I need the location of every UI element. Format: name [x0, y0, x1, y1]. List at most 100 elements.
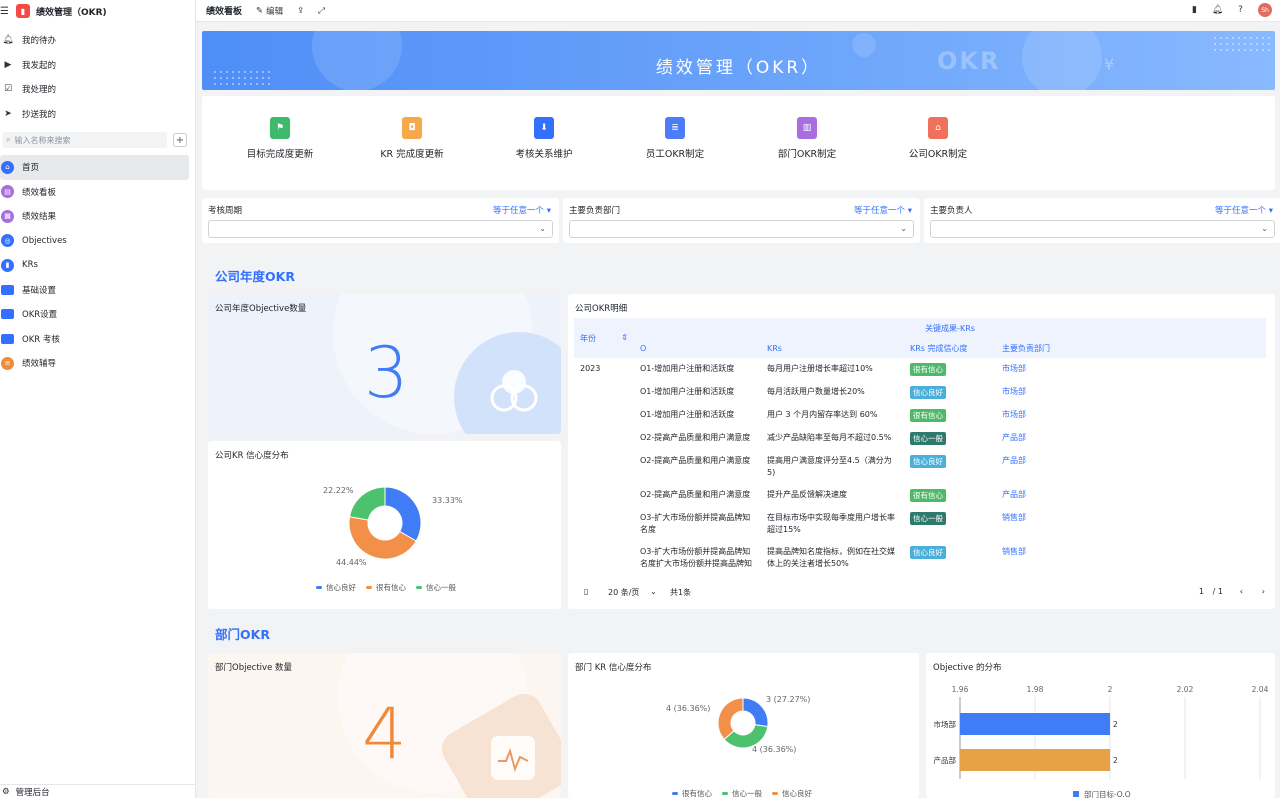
filter-operator[interactable]: 等于任意一个 ▾ — [493, 204, 551, 216]
quick-item[interactable]: ▶ 我发起的 — [0, 53, 195, 78]
table-row[interactable]: O2-提高产品质量和用户满意度 提高用户满意度评分至4.5（满分为5) 信心良好… — [574, 450, 1266, 484]
table-row[interactable]: O2-提高产品质量和用户满意度 减少产品缺陷率至每月不超过0.5% 信心一般 产… — [574, 427, 1266, 450]
dept-link[interactable]: 产品部 — [1002, 490, 1026, 499]
dept-link[interactable]: 市场部 — [1002, 410, 1026, 419]
col-header-krs: KRs — [761, 338, 904, 358]
avatar[interactable]: Sh — [1258, 3, 1272, 17]
filter-select[interactable]: ⌄ — [569, 220, 914, 238]
quick-item[interactable]: ☑ 我处理的 — [0, 77, 195, 102]
legend-label[interactable]: 信心一般 — [426, 582, 456, 592]
prev-page-icon[interactable]: ‹ — [1240, 587, 1243, 596]
axis-tick-label: 2.02 — [1177, 685, 1194, 694]
banner-watermark: OKR — [937, 47, 1001, 75]
dept-kr-pie-chart: 3 (27.27%) 4 (36.36%) 4 (36.36%) 很有信心 信心一般 信心… — [666, 695, 812, 798]
target-icon: ◎ — [1, 234, 14, 248]
dept-kr-card: 部门 KR 信心度分布 3 (27.27%) 4 (36.36%) 4 (36.36… — [568, 653, 919, 798]
dept-link[interactable]: 产品部 — [1002, 433, 1026, 442]
chevron-down-icon[interactable]: ⌄ — [650, 587, 657, 596]
kr-group-header: 关键成果-KRs — [634, 318, 1266, 338]
filter-select[interactable]: ⌄ — [208, 220, 553, 238]
page-size-select[interactable]: 20 条/页 — [608, 587, 639, 598]
quick-item[interactable]: ➤ 抄送我的 — [0, 102, 195, 127]
company-kr-card: 公司KR 信心度分布 33.33% 44.44% 22.22% 信心良好 很有信心 信心一… — [208, 441, 561, 609]
bar[interactable] — [960, 749, 1110, 771]
sort-icon[interactable]: ⇕ — [621, 333, 628, 342]
quick-action[interactable]: ⚑ 目标完成度更新 — [230, 117, 330, 160]
sidebar-item[interactable]: OKR设置 — [0, 302, 189, 327]
filter-operator[interactable]: 等于任意一个 ▾ — [1215, 204, 1273, 216]
filter-operator[interactable]: 等于任意一个 ▾ — [854, 204, 912, 216]
pie-label: 33.33% — [432, 496, 463, 505]
flag-icon: ⚑ — [270, 117, 290, 139]
fullscreen-button[interactable]: ⤢ — [318, 6, 325, 16]
sidebar-item[interactable]: 基础设置 — [0, 278, 189, 303]
next-page-icon[interactable]: › — [1262, 587, 1265, 596]
dept-link[interactable]: 产品部 — [1002, 456, 1026, 465]
share-button[interactable]: ⇪ — [297, 6, 304, 16]
dept-link[interactable]: 市场部 — [1002, 387, 1026, 396]
pie-slice[interactable] — [717, 697, 744, 741]
pagination: ▯ 20 条/页 ⌄ 共1条 1 / 1 ‹ › — [574, 587, 1269, 601]
sidebar-item[interactable]: ▮ KRs — [0, 253, 189, 278]
pie-label: 44.44% — [336, 558, 367, 567]
sidebar-search-input[interactable]: ⌕ 输入名称来搜索 — [2, 132, 167, 148]
legend-label[interactable]: 信心良好 — [782, 788, 812, 798]
pie-label: 3 (27.27%) — [766, 695, 810, 704]
sidebar-item[interactable]: ◎ Objectives — [0, 229, 189, 254]
quick-action[interactable]: ⬇ 考核关系维护 — [494, 117, 594, 160]
sidebar: ☰ ▮ 绩效管理（OKR) 🔔︎ 我的待办 ▶ 我发起的 ☑ 我处理的 ➤ 抄送我的 ⌕ 输入… — [0, 0, 196, 798]
sidebar-item[interactable]: ⌂ 首页 — [0, 155, 189, 180]
add-button[interactable]: + — [173, 133, 187, 147]
legend-label[interactable]: 信心良好 — [326, 582, 356, 592]
year-column-header[interactable]: 年份 ⇕ — [574, 318, 634, 358]
dashboard-icon: ▤ — [1, 185, 14, 199]
table-row[interactable]: O3-扩大市场份额并提高品牌知名度 在目标市场中实现每季度用户增长率超过15% … — [574, 507, 1266, 541]
pie-label: 22.22% — [323, 486, 354, 495]
notification-bell-icon[interactable]: 🔔︎ — [1212, 5, 1223, 16]
dept-link[interactable]: 销售部 — [1002, 547, 1026, 556]
table-row[interactable]: O1-增加用户注册和活跃度 每月活跃用户数量增长20% 信心良好 市场部 — [574, 381, 1266, 404]
bar[interactable] — [960, 713, 1110, 735]
table-row[interactable]: O1-增加用户注册和活跃度 用户 3 个月内留存率达到 60% 很有信心 市场部 — [574, 404, 1266, 427]
confidence-tag: 信心一般 — [910, 432, 946, 445]
admin-console-link[interactable]: ⚙ 管理后台 — [0, 784, 195, 798]
dept-link[interactable]: 市场部 — [1002, 364, 1026, 373]
help-icon[interactable]: ? — [1235, 5, 1246, 16]
cell-confidence: 信心良好 — [904, 381, 996, 404]
quick-action[interactable]: ▥ 部门OKR制定 — [757, 117, 857, 160]
book-icon[interactable]: ▯ — [584, 587, 588, 596]
edit-button[interactable]: ✎ 编辑 — [256, 5, 283, 17]
quick-action[interactable]: ⌂ 公司OKR制定 — [888, 117, 988, 160]
legend-label[interactable]: 很有信心 — [682, 788, 712, 798]
bell-icon: 🔔︎ — [2, 35, 14, 46]
table-row[interactable]: 2023 O1-增加用户注册和活跃度 每月用户注册增长率超过10% 很有信心 市… — [574, 358, 1266, 381]
table-row[interactable]: O3-扩大市场份额并提高品牌知名度扩大市场份额并提高品牌知 提高品牌知名度指标，… — [574, 541, 1266, 575]
cell-kr: 减少产品缺陷率至每月不超过0.5% — [767, 433, 892, 442]
confidence-tag: 信心良好 — [910, 386, 946, 399]
box-icon: ◘ — [402, 117, 422, 139]
sidebar-item[interactable]: ≡ 绩效辅导 — [0, 351, 189, 376]
sidebar-item[interactable]: ▦ 绩效结果 — [0, 204, 189, 229]
cell-dept: 产品部 — [996, 450, 1081, 484]
quick-action[interactable]: ≣ 员工OKR制定 — [625, 117, 725, 160]
filter-label: 主要负责人 — [930, 206, 973, 216]
sidebar-item-label: OKR设置 — [22, 310, 58, 321]
dept-link[interactable]: 销售部 — [1002, 513, 1026, 522]
legend-label[interactable]: 部门目标-O.O — [1084, 789, 1131, 798]
filter-select[interactable]: ⌄ — [930, 220, 1275, 238]
banner: 绩效管理（OKR） OKR ¥ — [202, 31, 1275, 90]
sidebar-toggle-icon[interactable]: ▮ — [1189, 5, 1200, 16]
sidebar-item[interactable]: ▤ 绩效看板 — [0, 180, 189, 205]
legend-label[interactable]: 信心一般 — [732, 788, 762, 798]
pie-slice[interactable] — [348, 486, 386, 521]
quick-item[interactable]: 🔔︎ 我的待办 — [0, 28, 195, 53]
admin-console-label: 管理后台 — [15, 787, 50, 798]
sidebar-item[interactable]: OKR 考核 — [0, 327, 189, 352]
table-row[interactable]: O2-提高产品质量和用户满意度 提升产品反馈解决速度 很有信心 产品部 — [574, 484, 1266, 507]
quick-action[interactable]: ◘ KR 完成度更新 — [362, 117, 462, 160]
menu-icon[interactable]: ☰ — [0, 6, 10, 17]
legend-label[interactable]: 很有信心 — [376, 582, 406, 592]
current-page[interactable]: 1 — [1199, 587, 1204, 596]
cell-objective: O3-扩大市场份额并提高品牌知名度扩大市场份额并提高品牌知 — [640, 547, 752, 568]
pie-slice[interactable] — [742, 697, 769, 728]
